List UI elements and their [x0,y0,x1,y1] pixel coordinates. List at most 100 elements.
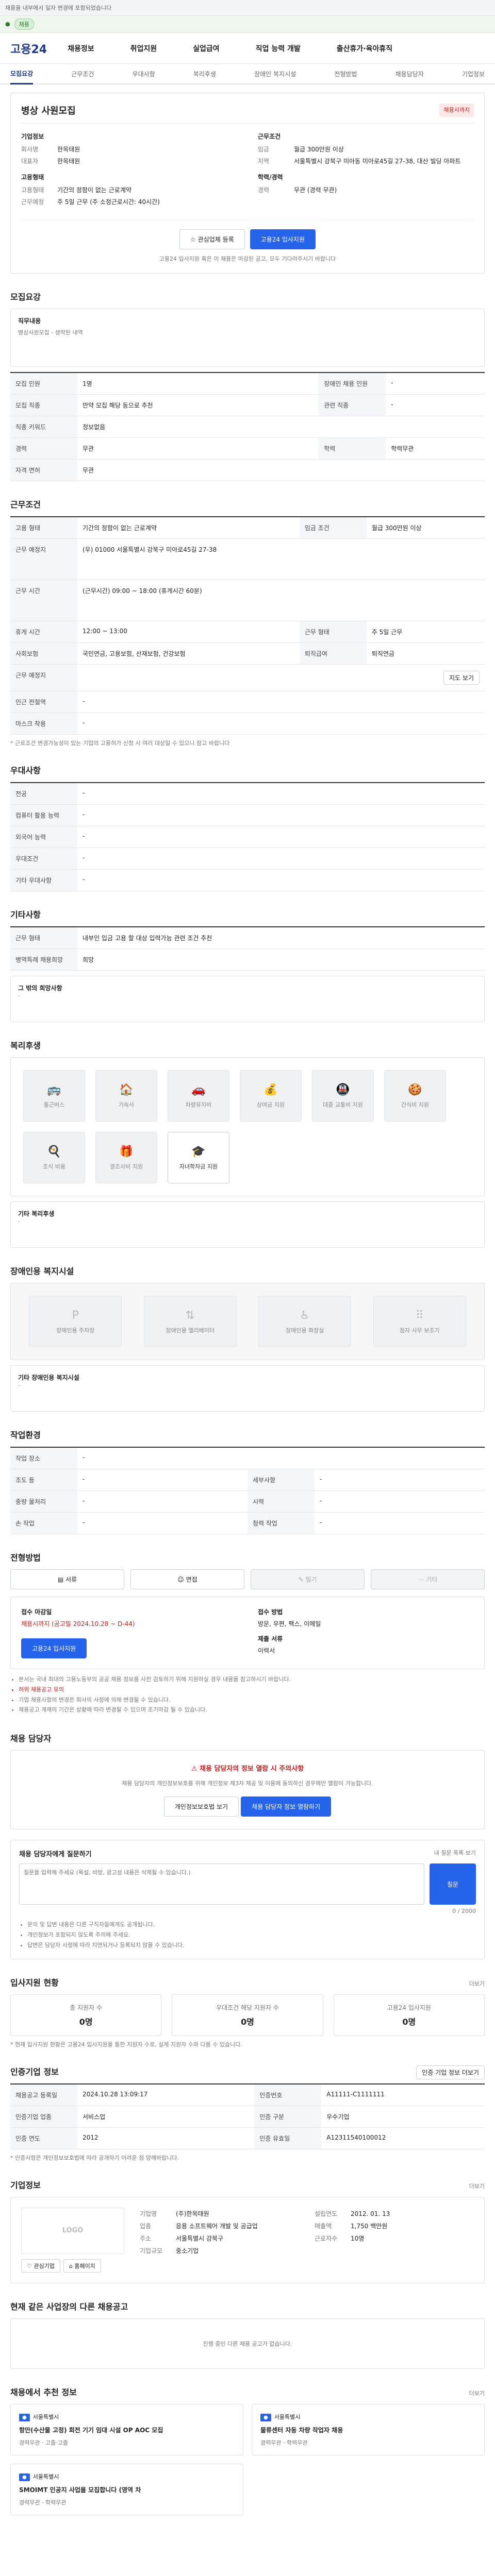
company-name: 한목태원 [57,146,80,153]
tab-selection[interactable]: 전형방법 [334,70,357,78]
cell: 무관 [77,459,485,481]
cell: - [77,1512,248,1534]
cell: - [77,1490,248,1513]
status-label: ● [5,21,10,27]
company-value: 1,750 백만원 [351,2222,388,2230]
cell: 조도 등 [10,1469,77,1491]
site-logo[interactable]: 고용24 [10,40,47,57]
question-submit-button[interactable]: 질문 [430,1863,476,1905]
recommend-more-link[interactable]: 더보기 [469,2389,485,2397]
note-item: 개인정보가 포함되지 않도록 주의해 주세요. [27,1930,476,1940]
step-label: 면접 [186,1576,197,1583]
company-value: 중소기업 [176,2247,199,2255]
tab-prefer[interactable]: 우대사항 [133,70,155,78]
company-key: 매출액 [315,2222,332,2230]
cell: 무관 [77,437,319,460]
cell: - [315,1490,485,1513]
company-key: 주소 [140,2234,152,2242]
tab-disabled[interactable]: 장애인 복지시설 [254,70,296,78]
other-sub-card: 그 밖의 희망사항 - [10,976,485,1022]
cell: 모집 직종 [10,394,77,416]
nav-training[interactable]: 직업 능력 개발 [256,43,301,54]
rec-edu: 학력무관 [45,2499,67,2506]
scrap-button[interactable]: ☆ 관심업체 등록 [179,229,245,249]
tab-recruit[interactable]: 모집요강 [10,69,34,84]
cell: 국민연금, 고용보험, 산재보험, 건강보험 [77,642,300,665]
cell: 근무 형태 [10,927,77,949]
benefit-item: 🚇 대중 교통비 지원 [312,1070,374,1122]
parking-icon: P [72,1309,79,1322]
meal-icon: 🍳 [47,1145,61,1158]
cell: A12311540100012 [321,2127,485,2149]
company-more-link[interactable]: 더보기 [469,2182,485,2190]
tab-company[interactable]: 기업정보 [462,70,485,78]
disabled-other-card: 기타 장애인용 복지시설 - [10,1365,485,1412]
note-item: 기업 채용사항의 변경은 회사의 사정에 의해 변경될 수 있습니다. [19,1695,485,1705]
benefit-label: 대중 교통비 지원 [323,1101,363,1108]
map-button[interactable]: 지도 보기 [443,671,480,685]
desc-value: 병상사원모집 - 생략된 내역 [18,329,83,336]
company-home-button[interactable]: ⌂ 홈페이지 [63,2259,101,2273]
status-key: 고용24 입사지원 [387,2004,431,2011]
status-pill: 채용 [14,18,34,30]
company-value: 2012. 01. 13 [351,2210,390,2217]
cell: 모집 인원 [10,372,77,395]
company-block: 기업정보 회사명 한목태원 대표자 한목태원 고용형태 고용형태 기간의 정함이 없는… [21,132,237,206]
cell: - [77,1469,248,1491]
company-value: (주)한목태원 [176,2210,209,2217]
question-list-link[interactable]: 내 질문 목록 보기 [434,1849,476,1858]
step-docs: ▤ 서류 [10,1569,124,1589]
benefits-other-card: 기타 복리후생 - [10,1201,485,1248]
disabled-item: P 장애인용 주차장 [29,1296,122,1347]
status-more-link[interactable]: 더보기 [469,1979,485,1988]
apply-button[interactable]: 고용24 입사지원 [250,229,316,249]
cell: 12:00 ~ 13:00 [77,621,300,643]
recommend-item[interactable]: ● 서울특별시 SMOIMT 인공지 사업을 모집합니다 (영역 차 경력무관 ·… [10,2463,243,2515]
cell: 우수기업 [321,2106,485,2128]
nav-support[interactable]: 취업지원 [130,43,157,54]
disabled-label: 장애인용 화장실 [286,1327,324,1334]
note-item: 허위 채용공고 유의 [19,1685,485,1695]
contact-alert: ⚠ 채용 담당자의 정보 열람 시 주의사항 [23,1763,472,1773]
benefit-item: 🎓 자녀학자금 지원 [168,1132,229,1183]
tab-conditions[interactable]: 근무조건 [71,70,94,78]
employ-label: 고용형태 [21,174,44,181]
nav-benefit[interactable]: 실업급여 [193,43,220,54]
info-more-button[interactable]: 인증 기업 정보 더보기 [416,2065,485,2079]
rec-career: 경력무관 [260,2439,282,2446]
conditions-table: 고용 형태 기간의 정함이 없는 근로계약 임금 조건 월급 300만원 이상 근무 … [10,516,485,735]
privacy-law-button[interactable]: 개인정보보호법 보기 [163,1797,239,1817]
cell: 사회보험 [10,642,77,665]
recommend-grid: ● 서울특별시 항만(수산물 고정) 회전 기기 임대 시설 OP AOC 모집 … [10,2403,485,2515]
step-label: 서류 [65,1576,77,1583]
hours-key: 근무예정 [21,198,44,206]
question-input[interactable] [19,1863,424,1905]
company-fav-button[interactable]: ♡ 관심기업 [21,2259,60,2273]
snack-icon: 🍪 [408,1083,422,1096]
tab-contact[interactable]: 채용담당자 [395,70,424,78]
cell: 만약 모집 해당 동으로 추천 [77,394,319,416]
company-name-key: 회사명 [21,146,39,153]
cell: 관련 직종 [319,394,386,416]
rec-region: 서울특별시 [274,2413,301,2420]
nav-jobs[interactable]: 채용정보 [68,43,94,54]
region-badge: ● [19,2413,30,2421]
company-key: 기업규모 [140,2247,163,2255]
view-contact-button[interactable]: 채용 담당자 정보 열람하기 [241,1797,332,1817]
apply-key: 접수 마감일 [21,1608,52,1616]
tab-benefits[interactable]: 복리후생 [193,70,216,78]
nav-leave[interactable]: 출산휴가·육아휴직 [337,43,392,54]
status-card: 총 지원자 수 0명 [10,1994,162,2036]
recommend-item[interactable]: ● 서울특별시 물류센터 자동 차량 작업자 채용 경력무관 · 학력무관 [252,2403,485,2455]
recommend-item[interactable]: ● 서울특별시 항만(수산물 고정) 회전 기기 임대 시설 OP AOC 모집 … [10,2403,243,2455]
status-value: 0명 [241,2016,254,2027]
cell: 자격 면허 [10,459,77,481]
status-value: 0명 [79,2016,93,2027]
apply-button-2[interactable]: 고용24 입사지원 [21,1638,87,1658]
docs-key: 제출 서류 [258,1635,283,1642]
char-count: 0 / 2000 [452,1908,476,1915]
method-key: 접수 방법 [258,1608,283,1616]
region-badge: ● [19,2473,30,2481]
cell: 외국어 능력 [10,826,77,848]
status-title: 입사지원 현황 [10,1977,59,1988]
